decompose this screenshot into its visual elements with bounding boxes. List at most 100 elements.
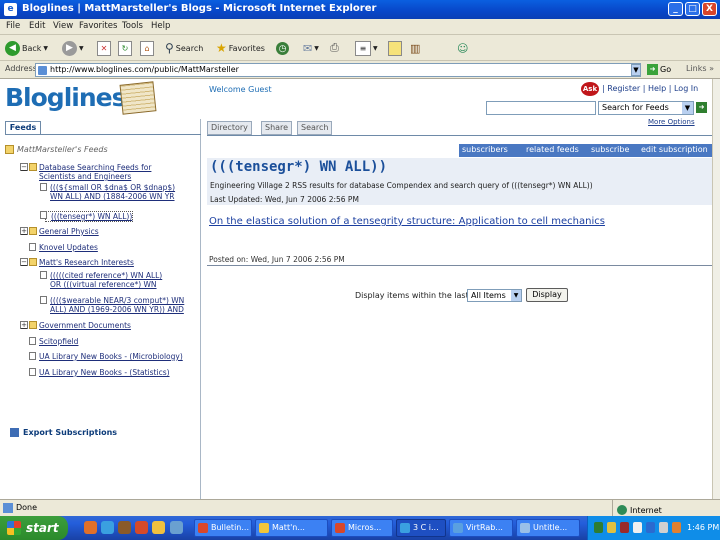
address-input[interactable]: http://www.bloglines.com/public/MattMars…: [35, 63, 641, 77]
tree-item-tensegr[interactable]: (((tensegr*) WN ALL)): [40, 211, 134, 222]
mail-button[interactable]: ✉ ▼: [303, 39, 319, 57]
tree-item-knovel[interactable]: Knovel Updates: [29, 243, 98, 252]
back-label: Back: [22, 43, 42, 53]
quicklaunch-app-icon[interactable]: [152, 521, 165, 534]
folder-icon: [259, 523, 269, 533]
vertical-scrollbar[interactable]: [712, 79, 720, 499]
minimize-button[interactable]: _: [668, 2, 683, 16]
forward-dropdown-icon[interactable]: ▼: [79, 45, 84, 52]
menu-view[interactable]: View: [53, 21, 73, 31]
tree-item-government-documents[interactable]: + Government Documents: [20, 321, 131, 330]
tab-search[interactable]: Search: [297, 121, 333, 135]
research-button[interactable]: ▥: [410, 39, 420, 57]
subscribe-link[interactable]: subscribe: [591, 145, 629, 154]
edit-button[interactable]: ≡ ▼: [355, 39, 378, 57]
start-button[interactable]: start: [0, 516, 68, 540]
forward-button[interactable]: ▶ ▼: [62, 39, 84, 57]
tray-icon[interactable]: [620, 522, 629, 533]
refresh-button[interactable]: ↻: [118, 39, 132, 57]
tree-item-research-interests[interactable]: − Matt's Research Interests: [20, 258, 134, 267]
menu-file[interactable]: File: [6, 21, 20, 31]
home-button[interactable]: ⌂: [140, 39, 154, 57]
taskbar: start Bulletin... Matt'n... Micros... 3 …: [0, 516, 720, 540]
mail-dropdown-icon: ▼: [314, 44, 319, 52]
quicklaunch-app-icon[interactable]: [118, 521, 131, 534]
folder-icon: [29, 258, 37, 266]
feed-doc-icon: [40, 271, 47, 279]
network-icon[interactable]: [659, 522, 668, 533]
expand-icon[interactable]: +: [20, 227, 28, 235]
system-tray: 1:46 PM: [587, 516, 720, 540]
tab-directory[interactable]: Directory: [207, 121, 252, 135]
search-button[interactable]: ⚲ Search: [165, 39, 203, 57]
stop-button[interactable]: ✕: [97, 39, 111, 57]
tree-item-wearable-comput[interactable]: (((($wearable NEAR/3 comput*) WN ALL) AND…: [40, 296, 184, 314]
taskbar-item[interactable]: Untitle...: [516, 519, 580, 537]
search-type-select[interactable]: Search for Feeds ▼: [598, 101, 694, 115]
tree-label: Matt's Research Interests: [39, 258, 134, 267]
article-link[interactable]: On the elastica solution of a tensegrity…: [209, 216, 605, 227]
related-feeds-link[interactable]: related feeds: [526, 145, 579, 154]
back-dropdown-icon[interactable]: ▼: [43, 45, 48, 52]
tray-icon[interactable]: [594, 522, 603, 533]
tree-item-ua-microbiology[interactable]: UA Library New Books - (Microbiology): [29, 352, 183, 361]
close-button[interactable]: X: [702, 2, 717, 16]
tree-item-database-searching[interactable]: − Database Searching Feeds for Scientists…: [20, 163, 151, 181]
account-links[interactable]: | Register | Help | Log In: [602, 84, 698, 93]
site-search-input[interactable]: [486, 101, 596, 115]
edit-subscription-link[interactable]: edit subscription: [641, 145, 708, 154]
links-button[interactable]: Links »: [686, 64, 714, 73]
history-button[interactable]: ◷: [276, 39, 289, 57]
clock[interactable]: 1:46 PM: [687, 523, 719, 532]
tray-icon[interactable]: [607, 522, 616, 533]
quicklaunch-ie-icon[interactable]: [101, 521, 114, 534]
ask-logo[interactable]: Ask: [581, 82, 599, 96]
expand-icon[interactable]: +: [20, 321, 28, 329]
favorites-button[interactable]: ★ Favorites: [216, 39, 265, 57]
export-subscriptions-link[interactable]: Export Subscriptions: [10, 428, 117, 437]
taskbar-item[interactable]: Micros...: [331, 519, 393, 537]
taskbar-item[interactable]: Matt'n...: [255, 519, 328, 537]
taskbar-item[interactable]: VirtRab...: [449, 519, 513, 537]
menu-help[interactable]: Help: [151, 21, 170, 31]
display-button[interactable]: Display: [526, 288, 568, 302]
maximize-button[interactable]: □: [685, 2, 700, 16]
taskbar-item[interactable]: 3 C i...: [396, 519, 446, 537]
tree-label: UA Library New Books - (Microbiology): [39, 352, 183, 361]
print-button[interactable]: ⎙: [330, 39, 339, 57]
more-options-link[interactable]: More Options: [648, 118, 695, 126]
address-dropdown-icon[interactable]: ▼: [631, 64, 641, 76]
collapse-icon[interactable]: −: [20, 258, 28, 266]
tab-feeds[interactable]: Feeds: [5, 121, 41, 134]
menu-tools[interactable]: Tools: [122, 21, 143, 31]
tray-icon[interactable]: [646, 522, 655, 533]
bloglines-logo[interactable]: Bloglines: [5, 83, 126, 112]
tree-item-general-physics[interactable]: + General Physics: [20, 227, 99, 236]
display-range-select[interactable]: All Items ▼: [467, 289, 522, 302]
volume-icon[interactable]: [633, 522, 642, 533]
back-button[interactable]: ◀ Back ▼: [5, 39, 48, 57]
tab-share[interactable]: Share: [261, 121, 293, 135]
quicklaunch-show-desktop-icon[interactable]: [170, 521, 183, 534]
menu-favorites[interactable]: Favorites: [79, 21, 117, 31]
menu-edit[interactable]: Edit: [29, 21, 45, 31]
collapse-icon[interactable]: −: [20, 163, 28, 171]
tree-item-ua-statistics[interactable]: UA Library New Books - (Statistics): [29, 368, 170, 377]
discuss-button[interactable]: [388, 39, 402, 57]
tree-item-scitopfield[interactable]: Scitopfield: [29, 337, 78, 346]
taskbar-item[interactable]: Bulletin...: [194, 519, 252, 537]
quicklaunch-app-icon[interactable]: [84, 521, 97, 534]
go-button[interactable]: ➜ Go: [647, 64, 671, 75]
tree-item-cited-reference[interactable]: (((((cited reference*) WN ALL) OR (((virt…: [40, 271, 162, 289]
folder-icon: [29, 163, 37, 171]
subscribers-link[interactable]: subscribers: [462, 145, 508, 154]
tree-label: General Physics: [39, 227, 99, 236]
search-icon: ⚲: [165, 41, 174, 55]
tree-item-small-dna[interactable]: (((${small OR $dna$ OR $dnap$) WN ALL) AN…: [40, 183, 175, 201]
messenger-button[interactable]: ☺: [457, 39, 468, 57]
tray-icon[interactable]: [672, 522, 681, 533]
taskbar-item-label: Micros...: [348, 523, 382, 532]
quicklaunch-app-icon[interactable]: [135, 521, 148, 534]
feed-title[interactable]: (((tensegr*) WN ALL)): [210, 159, 387, 175]
search-go-icon[interactable]: ➜: [696, 102, 707, 113]
